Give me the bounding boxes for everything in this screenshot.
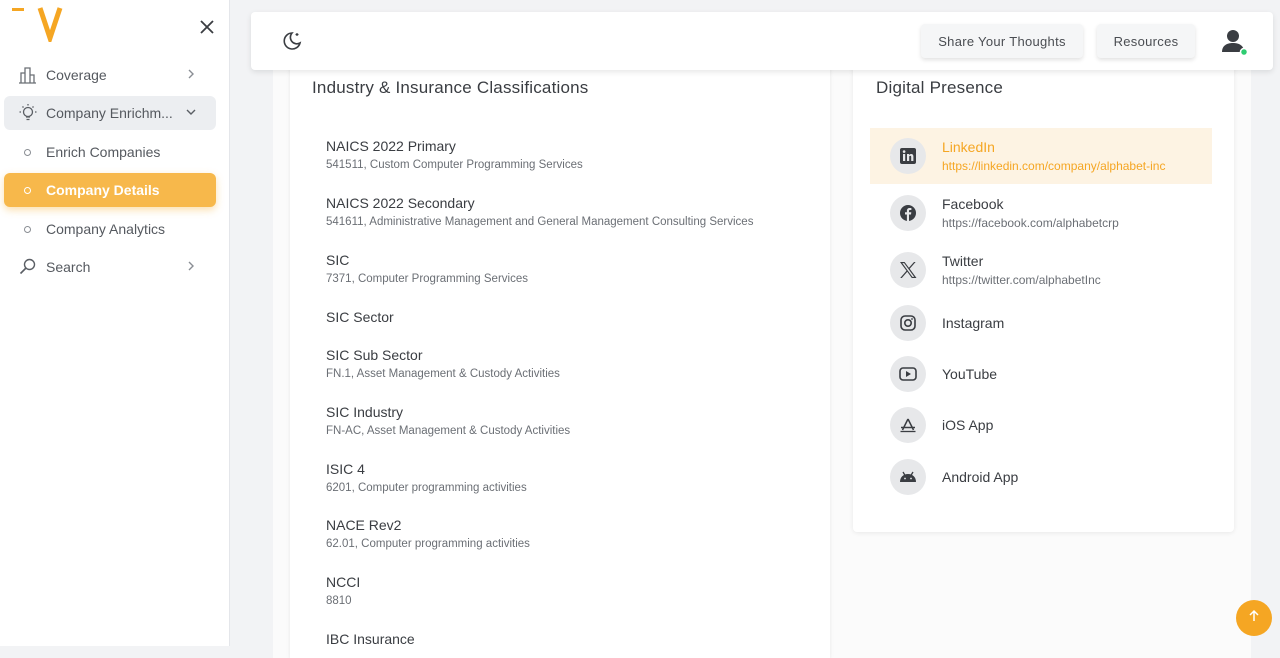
chevron-right-icon [184,259,198,273]
sidebar-item-enrich-companies[interactable]: Enrich Companies [4,135,216,169]
social-url[interactable]: https://facebook.com/alphabetcrp [942,216,1119,230]
sidebar-item-label: Company Details [46,182,160,198]
sidebar-item-company-details[interactable]: Company Details [4,173,216,207]
bullet-icon [24,186,31,194]
chevron-right-icon [184,67,198,81]
youtube-icon [890,356,926,392]
social-link-ios-app[interactable]: iOS App [870,397,1212,453]
scroll-to-top-button[interactable] [1236,600,1272,636]
sidebar-item-company-enrichment[interactable]: Company Enrichm... [4,96,216,130]
classification-item: SIC Sector [326,309,394,325]
sidebar: Coverage Company Enrichm... Enrich Compa… [0,0,230,646]
social-link-instagram[interactable]: Instagram [870,295,1212,351]
sidebar-item-coverage[interactable]: Coverage [4,58,216,92]
social-name: Facebook [942,196,1004,212]
instagram-icon [890,305,926,341]
classification-item: IBC Insurance [326,631,415,647]
android-icon [890,459,926,495]
lightbulb-icon [18,103,38,123]
social-name: iOS App [942,417,994,433]
social-name: Twitter [942,253,984,269]
social-link-facebook[interactable]: Facebook https://facebook.com/alphabetcr… [870,185,1212,241]
share-thoughts-button[interactable]: Share Your Thoughts [921,24,1083,58]
close-sidebar-icon[interactable] [196,16,218,38]
classification-item: ISIC 4 6201, Computer programming activi… [326,461,527,494]
digital-presence-title: Digital Presence [876,78,1003,97]
social-url[interactable]: https://twitter.com/alphabetInc [942,273,1101,287]
social-link-youtube[interactable]: YouTube [870,346,1212,402]
classification-item: SIC Industry FN-AC, Asset Management & C… [326,404,571,437]
classification-item: NACE Rev2 62.01, Computer programming ac… [326,517,530,550]
classifications-title: Industry & Insurance Classifications [312,78,589,97]
bullet-icon [24,225,31,233]
social-link-linkedin[interactable]: LinkedIn https://linkedin.com/company/al… [870,128,1212,184]
resources-button[interactable]: Resources [1097,24,1195,58]
facebook-icon [890,195,926,231]
dark-mode-toggle-icon[interactable] [281,30,303,57]
classification-item: SIC Sub Sector FN.1, Asset Management & … [326,347,560,380]
user-avatar-icon[interactable] [1219,27,1249,57]
social-name: Instagram [942,315,1005,331]
sidebar-item-search[interactable]: Search [4,250,216,284]
social-link-android-app[interactable]: Android App [870,449,1212,505]
classification-item: SIC 7371, Computer Programming Services [326,252,528,285]
social-name: LinkedIn [942,139,995,155]
classification-item: NAICS 2022 Secondary 541611, Administrat… [326,195,754,228]
chevron-down-icon [184,105,198,119]
linkedin-icon [890,138,926,174]
x-twitter-icon [890,252,926,288]
social-name: Android App [942,469,1019,485]
brand-logo[interactable] [12,6,72,46]
arrow-up-icon [1247,609,1261,628]
social-url[interactable]: https://linkedin.com/company/alphabet-in… [942,159,1165,173]
search-icon [18,257,38,277]
bullet-icon [24,148,31,156]
sidebar-item-company-analytics[interactable]: Company Analytics [4,212,216,246]
topbar: Share Your Thoughts Resources [251,12,1273,70]
classification-item: NAICS 2022 Primary 541511, Custom Comput… [326,138,583,171]
sidebar-item-label: Search [46,259,91,275]
sidebar-item-label: Company Enrichm... [46,105,173,121]
sidebar-item-label: Enrich Companies [46,144,161,160]
app-store-icon [890,407,926,443]
sidebar-item-label: Coverage [46,67,107,83]
sidebar-item-label: Company Analytics [46,221,166,237]
social-link-twitter[interactable]: Twitter https://twitter.com/alphabetInc [870,242,1212,298]
classification-item: NCCI 8810 [326,574,361,607]
social-name: YouTube [942,366,998,382]
bar-chart-icon [18,65,38,85]
